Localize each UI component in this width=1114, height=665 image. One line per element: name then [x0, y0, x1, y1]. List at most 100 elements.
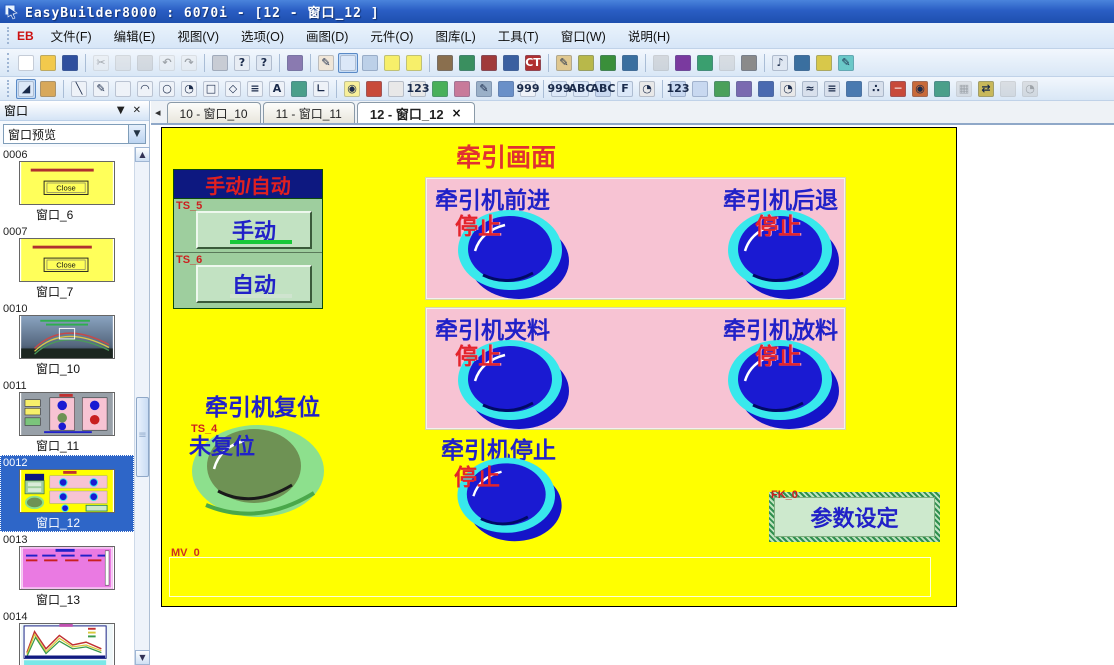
new-file-icon[interactable] — [16, 53, 36, 73]
set-word-icon[interactable]: ✎ — [474, 79, 494, 99]
polyline-icon[interactable] — [113, 79, 133, 99]
window-item-0010[interactable]: 0010 窗口_10 — [0, 301, 134, 378]
scroll-down-icon[interactable]: ▼ — [135, 650, 150, 665]
menu-item[interactable]: 工具(T) — [487, 23, 550, 48]
window-item-0006[interactable]: 0006 Close 窗口_6 — [0, 147, 134, 224]
history-table-icon[interactable]: ≡ — [822, 79, 842, 99]
find-address-icon[interactable] — [285, 53, 305, 73]
multistate-object-icon[interactable] — [430, 79, 450, 99]
chevron-down-icon[interactable]: ▼ — [128, 125, 145, 143]
grid-view-icon[interactable] — [338, 53, 358, 73]
undo-icon[interactable]: ↶ — [157, 53, 177, 73]
set-123-icon[interactable]: 123 — [668, 79, 688, 99]
set-hio-icon[interactable] — [690, 79, 710, 99]
tab-scroll-left-icon[interactable]: ◂ — [153, 106, 167, 123]
menu-item[interactable]: 图库(L) — [424, 23, 486, 48]
window-item-0007[interactable]: 0007 Close 窗口_7 — [0, 224, 134, 301]
pie-icon[interactable]: ◔ — [179, 79, 199, 99]
menu-item[interactable]: 元件(O) — [359, 23, 424, 48]
hmi-canvas-window-12[interactable]: 牵引画面 手动/自动 TS_5 手动 TS_6 自动 牵引机前进 — [161, 127, 957, 607]
about-help-icon[interactable]: ? — [232, 53, 252, 73]
address-tag-icon[interactable] — [576, 53, 596, 73]
lamp-123-icon[interactable]: 123 — [408, 79, 428, 99]
animation-icon[interactable] — [734, 79, 754, 99]
tab-close-icon[interactable]: × — [452, 106, 462, 120]
plug-connect-icon[interactable] — [651, 53, 671, 73]
lamp-hio-icon[interactable] — [386, 79, 406, 99]
menu-item[interactable]: 画图(D) — [295, 23, 359, 48]
save-file-icon[interactable] — [60, 53, 80, 73]
pen-style-icon[interactable]: ✎ — [316, 53, 336, 73]
bar-graph-icon[interactable] — [756, 79, 776, 99]
pie-chart-icon[interactable]: ◔ — [1020, 79, 1040, 99]
clamp-button[interactable] — [453, 335, 575, 433]
menu-item[interactable]: 选项(O) — [230, 23, 295, 48]
meter-display-icon[interactable]: ◔ — [778, 79, 798, 99]
window-tab[interactable]: 12 - 窗口_12 × — [357, 102, 475, 123]
paste-icon[interactable] — [135, 53, 155, 73]
sound-library-icon[interactable]: ♪ — [770, 53, 790, 73]
polygon-icon[interactable]: ◇ — [223, 79, 243, 99]
recipe-table-icon[interactable] — [598, 53, 618, 73]
panel-menu-icon[interactable]: ▼ — [113, 105, 129, 116]
ct-viewer-icon[interactable]: CT — [523, 53, 543, 73]
circle-icon[interactable]: ○ — [157, 79, 177, 99]
picture-icon[interactable] — [289, 79, 309, 99]
shape-drawer-icon[interactable] — [739, 53, 759, 73]
window-tab[interactable]: 11 - 窗口_11 — [263, 102, 355, 123]
print-icon[interactable] — [210, 53, 230, 73]
backup-object-icon[interactable] — [998, 79, 1018, 99]
media-object-icon[interactable] — [792, 53, 812, 73]
window-tab[interactable]: 10 - 窗口_10 — [167, 102, 261, 123]
label-library-icon[interactable] — [814, 53, 834, 73]
window-item-0014[interactable]: 0014 窗口_14 — [0, 609, 134, 665]
auto-button[interactable]: 自动 — [196, 265, 312, 303]
menu-item[interactable]: 编辑(E) — [103, 23, 167, 48]
open-folder-icon[interactable] — [38, 53, 58, 73]
sidebar-scrollbar[interactable]: ▲ ▼ — [134, 147, 149, 665]
parameter-setting-button[interactable]: FK_0 参数设定 — [769, 492, 940, 542]
clock-display-icon[interactable]: ◔ — [637, 79, 657, 99]
copy-icon[interactable] — [113, 53, 133, 73]
select-arrow-icon[interactable]: ◢ — [16, 79, 36, 99]
scrollbar-thumb[interactable] — [136, 397, 149, 477]
move-shape-icon[interactable] — [712, 79, 732, 99]
menu-item[interactable]: 窗口(W) — [550, 23, 617, 48]
toggle-switch-icon[interactable] — [496, 79, 516, 99]
window-item-0011[interactable]: 0011 窗口_11 — [0, 378, 134, 455]
window-item-0012[interactable]: 0012 窗口_12 — [0, 455, 134, 532]
scatter-chart-icon[interactable]: ∴ — [866, 79, 886, 99]
panel-close-icon[interactable]: ✕ — [129, 105, 145, 116]
system-parameter-icon[interactable] — [435, 53, 455, 73]
scale-icon[interactable]: ≡ — [245, 79, 265, 99]
numeric-display-icon[interactable]: 999 — [549, 79, 569, 99]
rectangle-icon[interactable]: □ — [201, 79, 221, 99]
rebuild-icon[interactable] — [479, 53, 499, 73]
window-item-0013[interactable]: 0013 窗口_13 — [0, 532, 134, 609]
schedule-icon[interactable]: ▦ — [954, 79, 974, 99]
snap-option-icon[interactable] — [360, 53, 380, 73]
cascade-windows-icon[interactable] — [404, 53, 424, 73]
corner-icon[interactable]: ∟ — [311, 79, 331, 99]
picture-library-icon[interactable] — [695, 53, 715, 73]
data-monitor-icon[interactable] — [620, 53, 640, 73]
string-edit-icon[interactable]: ✎ — [836, 53, 856, 73]
bit-lamp-icon[interactable]: ◉ — [342, 79, 362, 99]
compile-icon[interactable] — [457, 53, 477, 73]
forward-button[interactable] — [453, 205, 575, 303]
context-help-icon[interactable]: ? — [254, 53, 274, 73]
line-icon[interactable]: ╲ — [69, 79, 89, 99]
backward-button[interactable] — [723, 205, 845, 303]
window-frame-icon[interactable] — [382, 53, 402, 73]
ascii-input-icon[interactable]: ABC — [593, 79, 613, 99]
trend-display-icon[interactable]: ≈ — [800, 79, 820, 99]
menu-item[interactable]: 视图(V) — [166, 23, 230, 48]
import-library-icon[interactable] — [673, 53, 693, 73]
alarm-display-icon[interactable]: ◉ — [910, 79, 930, 99]
release-button[interactable] — [723, 335, 845, 433]
function-key-icon[interactable]: F — [615, 79, 635, 99]
menu-item[interactable]: 说明(H) — [617, 23, 681, 48]
alarm-bar-icon[interactable]: ─ — [888, 79, 908, 99]
event-display-icon[interactable] — [932, 79, 952, 99]
freehand-pen-icon[interactable]: ✎ — [91, 79, 111, 99]
